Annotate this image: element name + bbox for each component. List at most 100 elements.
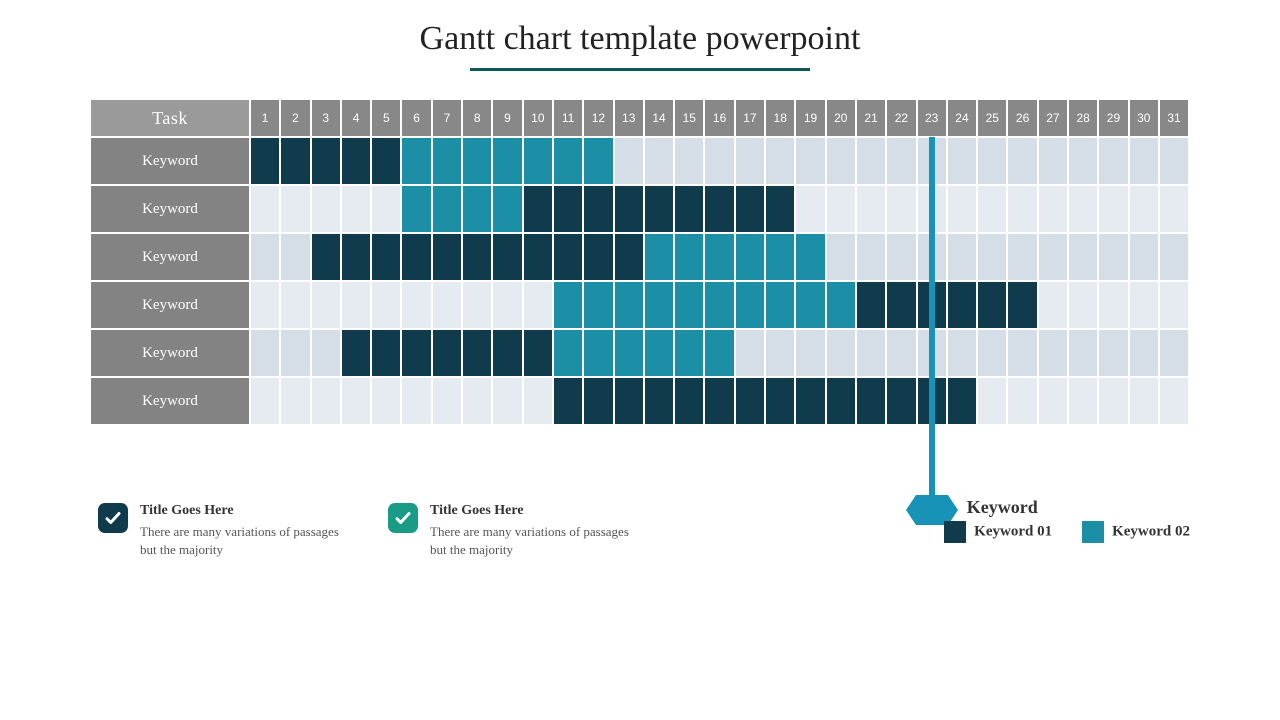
header-day: 22 (886, 99, 916, 137)
gantt-cell (553, 377, 583, 425)
gantt-cell (765, 185, 795, 233)
gantt-cell (614, 329, 644, 377)
header-day: 17 (735, 99, 765, 137)
gantt-cell (704, 137, 734, 185)
gantt-cell (977, 185, 1007, 233)
gantt-cell (341, 377, 371, 425)
gantt-cell (644, 137, 674, 185)
gantt-cell (826, 281, 856, 329)
gantt-cell (1007, 185, 1037, 233)
gantt-cell (523, 185, 553, 233)
page-title: Gantt chart template powerpoint (0, 0, 1280, 58)
header-day: 10 (523, 99, 553, 137)
gantt-cell (856, 281, 886, 329)
gantt-cell (462, 281, 492, 329)
gantt-cell (826, 185, 856, 233)
gantt-cell (856, 233, 886, 281)
task-label: Keyword (90, 233, 250, 281)
header-day: 4 (341, 99, 371, 137)
legend-swatch-2 (1082, 521, 1104, 543)
gantt-cell (1159, 377, 1189, 425)
gantt-cell (250, 137, 280, 185)
gantt-cell (311, 281, 341, 329)
gantt-cell (523, 329, 553, 377)
gantt-cell (614, 377, 644, 425)
gantt-cell (311, 377, 341, 425)
gantt-cell (553, 281, 583, 329)
gantt-cell (644, 329, 674, 377)
gantt-cell (704, 233, 734, 281)
gantt-cell (432, 233, 462, 281)
gantt-cell (1129, 377, 1159, 425)
gantt-cell (492, 233, 522, 281)
gantt-cell (826, 137, 856, 185)
header-day: 12 (583, 99, 613, 137)
gantt-cell (1038, 377, 1068, 425)
gantt-cell (341, 329, 371, 377)
gantt-cell (492, 281, 522, 329)
gantt-cell (371, 233, 401, 281)
header-day: 23 (917, 99, 947, 137)
header-day: 18 (765, 99, 795, 137)
note-body: There are many variations of passages bu… (430, 523, 638, 558)
legend: Keyword 01 Keyword 02 (944, 521, 1190, 543)
gantt-cell (462, 329, 492, 377)
gantt-cell (250, 185, 280, 233)
gantt-cell (1098, 137, 1128, 185)
gantt-cell (432, 329, 462, 377)
gantt-cell (1129, 137, 1159, 185)
today-marker-line (929, 137, 935, 500)
gantt-cell (765, 137, 795, 185)
gantt-cell (462, 377, 492, 425)
gantt-cell (1098, 281, 1128, 329)
gantt-cell (583, 377, 613, 425)
gantt-cell (1068, 377, 1098, 425)
gantt-cell (947, 233, 977, 281)
gantt-cell (250, 281, 280, 329)
gantt-cell (826, 233, 856, 281)
gantt-cell (280, 281, 310, 329)
gantt-cell (1129, 281, 1159, 329)
gantt-cell (674, 281, 704, 329)
header-day: 2 (280, 99, 310, 137)
gantt-cell (1159, 233, 1189, 281)
header-day: 3 (311, 99, 341, 137)
gantt-cell (1038, 185, 1068, 233)
gantt-cell (886, 329, 916, 377)
today-marker-label: Keyword (967, 497, 1038, 518)
header-day: 13 (614, 99, 644, 137)
gantt-cell (1159, 185, 1189, 233)
gantt-cell (401, 185, 431, 233)
gantt-cell (795, 185, 825, 233)
gantt-cell (1038, 281, 1068, 329)
header-day: 1 (250, 99, 280, 137)
gantt-cell (1098, 233, 1128, 281)
header-day: 8 (462, 99, 492, 137)
note-1: Title Goes Here There are many variation… (98, 503, 348, 558)
gantt-cell (311, 233, 341, 281)
gantt-cell (977, 281, 1007, 329)
gantt-cell (1098, 377, 1128, 425)
gantt-cell (977, 233, 1007, 281)
gantt-cell (1159, 137, 1189, 185)
gantt-cell (401, 233, 431, 281)
gantt-cell (401, 281, 431, 329)
gantt-cell (674, 377, 704, 425)
header-day: 6 (401, 99, 431, 137)
gantt-cell (401, 137, 431, 185)
gantt-cell (735, 281, 765, 329)
gantt-cell (371, 137, 401, 185)
gantt-cell (432, 137, 462, 185)
gantt-cell (704, 329, 734, 377)
gantt-cell (371, 281, 401, 329)
header-day: 26 (1007, 99, 1037, 137)
gantt-cell (614, 185, 644, 233)
gantt-cell (1159, 281, 1189, 329)
gantt-cell (644, 233, 674, 281)
gantt-cell (886, 137, 916, 185)
gantt-cell (947, 137, 977, 185)
gantt-cell (977, 377, 1007, 425)
gantt-cell (856, 329, 886, 377)
gantt-cell (1007, 233, 1037, 281)
gantt-cell (826, 377, 856, 425)
